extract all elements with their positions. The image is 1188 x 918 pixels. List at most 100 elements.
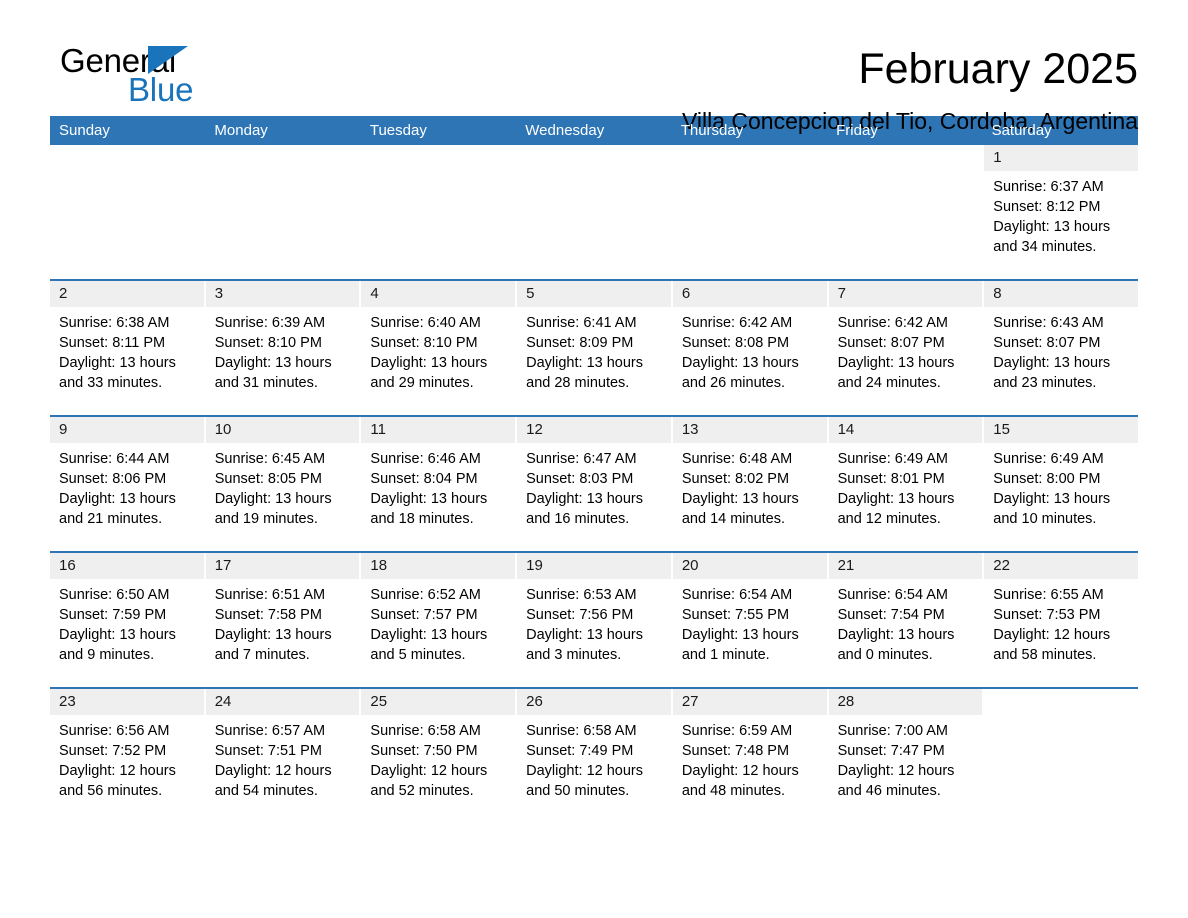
daylight-duration-line2: and 29 minutes. bbox=[370, 375, 474, 391]
day-details: Sunrise: 6:53 AM Sunset: 7:56 PM Daylight:… bbox=[517, 579, 671, 665]
calendar-day-cell[interactable]: 16 Sunrise: 6:50 AM Sunset: 7:59 PM Dayligh… bbox=[50, 553, 204, 687]
day-number: 8 bbox=[993, 285, 1002, 302]
day-number: 26 bbox=[526, 693, 543, 710]
calendar-day-cell[interactable]: 19 Sunrise: 6:53 AM Sunset: 7:56 PM Dayligh… bbox=[517, 553, 671, 687]
calendar-day-cell[interactable]: 10 Sunrise: 6:45 AM Sunset: 8:05 PM Dayligh… bbox=[205, 417, 360, 551]
calendar-day-cell-empty bbox=[361, 145, 515, 279]
sunset-time: Sunset: 7:52 PM bbox=[59, 743, 167, 759]
day-number-band bbox=[829, 145, 983, 171]
calendar-day-cell[interactable]: 5 Sunrise: 6:41 AM Sunset: 8:09 PM Daylight… bbox=[517, 281, 671, 415]
calendar-day-cell[interactable]: 9 Sunrise: 6:44 AM Sunset: 8:06 PM Daylight… bbox=[50, 417, 204, 551]
day-number-band: 15 bbox=[984, 417, 1138, 443]
day-number-band: 11 bbox=[361, 417, 516, 443]
sunset-time: Sunset: 8:07 PM bbox=[993, 335, 1101, 351]
day-number: 18 bbox=[370, 557, 388, 574]
day-details: Sunrise: 6:51 AM Sunset: 7:58 PM Daylight:… bbox=[206, 579, 360, 665]
daylight-duration-line2: and 18 minutes. bbox=[370, 511, 474, 527]
sunset-time: Sunset: 7:55 PM bbox=[681, 607, 790, 623]
day-number-band: 14 bbox=[828, 417, 983, 443]
day-number: 19 bbox=[526, 557, 543, 574]
calendar-day-cell[interactable]: 17 Sunrise: 6:51 AM Sunset: 7:58 PM Dayligh… bbox=[205, 553, 360, 687]
calendar-day-cell[interactable]: 18 Sunrise: 6:52 AM Sunset: 7:57 PM Dayligh… bbox=[361, 553, 516, 687]
calendar-day-cell[interactable]: 7 Sunrise: 6:42 AM Sunset: 8:07 PM Daylight… bbox=[828, 281, 983, 415]
calendar-day-cell[interactable]: 20 Sunrise: 6:54 AM Sunset: 7:55 PM Dayligh… bbox=[672, 553, 827, 687]
weekday-saturday: Saturday bbox=[991, 122, 1052, 139]
day-number-band: 6 bbox=[672, 281, 827, 307]
calendar-day-cell[interactable]: 22 Sunrise: 6:55 AM Sunset: 7:53 PM Dayligh… bbox=[984, 553, 1138, 687]
general-blue-logo[interactable]: General Blue bbox=[50, 42, 240, 112]
day-number-band: 20 bbox=[672, 553, 827, 579]
daylight-duration-line1: Daylight: 13 hours bbox=[526, 355, 644, 371]
daylight-duration-line1: Daylight: 13 hours bbox=[681, 355, 799, 371]
daylight-duration-line1: Daylight: 13 hours bbox=[993, 355, 1111, 371]
sunset-time: Sunset: 7:51 PM bbox=[214, 743, 322, 759]
calendar-day-cell[interactable]: 1 Sunrise: 6:37 AM Sunset: 8:12 PM Daylight… bbox=[984, 145, 1138, 279]
calendar-day-cell[interactable]: 12 Sunrise: 6:47 AM Sunset: 8:03 PM Dayligh… bbox=[517, 417, 671, 551]
day-details: Sunrise: 6:45 AM Sunset: 8:05 PM Daylight:… bbox=[206, 443, 360, 529]
calendar-day-cell[interactable]: 3 Sunrise: 6:39 AM Sunset: 8:10 PM Daylight… bbox=[205, 281, 360, 415]
day-number-band: 2 bbox=[50, 281, 204, 307]
day-details: Sunrise: 6:37 AM Sunset: 8:12 PM Daylight:… bbox=[984, 171, 1138, 257]
calendar-week-row: 16 Sunrise: 6:50 AM Sunset: 7:59 PM Dayligh… bbox=[50, 551, 1138, 687]
daylight-duration-line2: and 48 minutes. bbox=[681, 783, 786, 799]
calendar-day-cell[interactable]: 8 Sunrise: 6:43 AM Sunset: 8:07 PM Daylight… bbox=[984, 281, 1138, 415]
sunset-time: Sunset: 7:53 PM bbox=[993, 607, 1101, 623]
day-number: 2 bbox=[59, 285, 68, 302]
day-details: Sunrise: 6:55 AM Sunset: 7:53 PM Daylight:… bbox=[984, 579, 1138, 665]
daylight-duration-line1: Daylight: 12 hours bbox=[214, 763, 332, 779]
day-number: 11 bbox=[370, 421, 386, 438]
day-number-band: 22 bbox=[984, 553, 1138, 579]
weekday-thursday: Thursday bbox=[680, 122, 744, 139]
calendar-day-cell[interactable]: 14 Sunrise: 6:49 AM Sunset: 8:01 PM Dayligh… bbox=[828, 417, 983, 551]
daylight-duration-line2: and 9 minutes. bbox=[59, 647, 155, 663]
daylight-duration-line1: Daylight: 13 hours bbox=[681, 627, 799, 643]
daylight-duration-line2: and 58 minutes. bbox=[993, 647, 1097, 663]
daylight-duration-line2: and 0 minutes. bbox=[837, 647, 933, 663]
calendar-day-cell[interactable]: 24 Sunrise: 6:57 AM Sunset: 7:51 PM Dayligh… bbox=[205, 689, 360, 823]
calendar-day-cell[interactable]: 4 Sunrise: 6:40 AM Sunset: 8:10 PM Daylight… bbox=[361, 281, 516, 415]
calendar-day-cell[interactable]: 28 Sunrise: 7:00 AM Sunset: 7:47 PM Dayligh… bbox=[828, 689, 983, 823]
calendar-day-cell[interactable]: 27 Sunrise: 6:59 AM Sunset: 7:48 PM Dayligh… bbox=[672, 689, 827, 823]
calendar-day-cell-empty bbox=[829, 145, 983, 279]
sunrise-time: Sunrise: 6:51 AM bbox=[214, 587, 326, 603]
day-number: 4 bbox=[370, 285, 379, 302]
daylight-duration-line1: Daylight: 13 hours bbox=[59, 627, 176, 643]
sunset-time: Sunset: 7:59 PM bbox=[59, 607, 167, 623]
day-number: 28 bbox=[837, 693, 855, 710]
daylight-duration-line2: and 26 minutes. bbox=[681, 375, 786, 391]
day-details: Sunrise: 6:44 AM Sunset: 8:06 PM Daylight:… bbox=[50, 443, 204, 529]
calendar-day-cell[interactable]: 13 Sunrise: 6:48 AM Sunset: 8:02 PM Dayligh… bbox=[672, 417, 827, 551]
sunrise-time: Sunrise: 6:49 AM bbox=[993, 451, 1104, 467]
sunset-time: Sunset: 7:56 PM bbox=[526, 607, 634, 623]
day-details: Sunrise: 6:57 AM Sunset: 7:51 PM Daylight:… bbox=[206, 715, 360, 801]
calendar-day-cell[interactable]: 11 Sunrise: 6:46 AM Sunset: 8:04 PM Dayligh… bbox=[361, 417, 516, 551]
calendar-day-cell[interactable]: 25 Sunrise: 6:58 AM Sunset: 7:50 PM Dayligh… bbox=[361, 689, 516, 823]
calendar-day-cell[interactable]: 6 Sunrise: 6:42 AM Sunset: 8:08 PM Daylight… bbox=[672, 281, 827, 415]
day-number: 22 bbox=[993, 557, 1010, 574]
calendar-weeks: 1 Sunrise: 6:37 AM Sunset: 8:12 PM Daylight… bbox=[50, 145, 1138, 823]
day-number: 9 bbox=[59, 421, 68, 438]
calendar-day-cell[interactable]: 15 Sunrise: 6:49 AM Sunset: 8:00 PM Dayligh… bbox=[984, 417, 1138, 551]
day-details: Sunrise: 6:47 AM Sunset: 8:03 PM Daylight:… bbox=[517, 443, 671, 529]
calendar-day-cell[interactable]: 21 Sunrise: 6:54 AM Sunset: 7:54 PM Dayligh… bbox=[828, 553, 983, 687]
sunset-time: Sunset: 7:48 PM bbox=[681, 743, 790, 759]
calendar-day-cell[interactable]: 26 Sunrise: 6:58 AM Sunset: 7:49 PM Dayligh… bbox=[517, 689, 671, 823]
day-details: Sunrise: 6:40 AM Sunset: 8:10 PM Daylight:… bbox=[361, 307, 515, 393]
daylight-duration-line2: and 1 minute. bbox=[681, 647, 770, 663]
daylight-duration-line1: Daylight: 13 hours bbox=[59, 355, 176, 371]
sunrise-time: Sunrise: 6:53 AM bbox=[526, 587, 637, 603]
day-number-band: 25 bbox=[361, 689, 516, 715]
daylight-duration-line1: Daylight: 13 hours bbox=[214, 627, 332, 643]
calendar-day-cell[interactable]: 2 Sunrise: 6:38 AM Sunset: 8:11 PM Daylight… bbox=[50, 281, 204, 415]
daylight-duration-line2: and 33 minutes. bbox=[59, 375, 163, 391]
day-details: Sunrise: 6:49 AM Sunset: 8:00 PM Daylight:… bbox=[984, 443, 1138, 529]
sunrise-time: Sunrise: 6:45 AM bbox=[214, 451, 326, 467]
daylight-duration-line2: and 5 minutes. bbox=[370, 647, 466, 663]
day-details: Sunrise: 6:50 AM Sunset: 7:59 PM Daylight:… bbox=[50, 579, 204, 665]
sunrise-time: Sunrise: 6:56 AM bbox=[59, 723, 170, 739]
day-number-band: 7 bbox=[828, 281, 983, 307]
calendar-day-cell[interactable]: 23 Sunrise: 6:56 AM Sunset: 7:52 PM Dayligh… bbox=[50, 689, 204, 823]
day-details: Sunrise: 6:42 AM Sunset: 8:08 PM Daylight:… bbox=[673, 307, 827, 393]
day-number-band: 16 bbox=[50, 553, 204, 579]
sunrise-time: Sunrise: 6:58 AM bbox=[370, 723, 481, 739]
